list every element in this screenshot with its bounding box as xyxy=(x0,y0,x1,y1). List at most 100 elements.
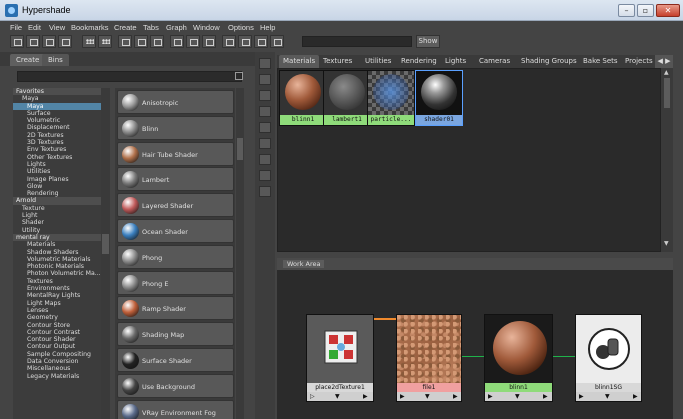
close-button[interactable]: ✕ xyxy=(656,4,680,17)
tree-item-volumetric-materials[interactable]: Volumetric Materials xyxy=(13,256,110,263)
tree-item-contour-output[interactable]: Contour Output xyxy=(13,343,110,350)
material-swatch-particle[interactable]: particle... xyxy=(367,70,415,126)
swatch-icon[interactable] xyxy=(238,35,252,48)
filter-input[interactable] xyxy=(17,71,242,82)
graph-output-icon[interactable] xyxy=(150,35,164,48)
strip-icon-2[interactable] xyxy=(259,74,271,85)
tree-item-sample-compositing[interactable]: Sample Compositing xyxy=(13,351,110,358)
work-area-tab[interactable]: Work Area xyxy=(283,260,325,268)
tree-item-photon-volumetric-ma-[interactable]: Photon Volumetric Ma... xyxy=(13,270,110,277)
layout-icon-1[interactable] xyxy=(10,35,24,48)
gear-icon[interactable] xyxy=(270,35,284,48)
node-ports[interactable]: ▷ ▼ ▶ xyxy=(307,392,373,401)
tree-item-rendering[interactable]: Rendering xyxy=(13,190,110,197)
tree-item-maya[interactable]: Maya xyxy=(13,102,110,110)
tab-shading-groups[interactable]: Shading Groups xyxy=(517,55,581,68)
tree-item-3d-textures[interactable]: 3D Textures xyxy=(13,139,110,146)
material-swatch-lambert1[interactable]: lambert1 xyxy=(323,70,371,126)
shader-item-shading-map[interactable]: Shading Map xyxy=(117,322,234,347)
material-swatch-blinn1[interactable]: blinn1 xyxy=(279,70,327,126)
render-view-icon[interactable] xyxy=(222,35,236,48)
tree-item-other-textures[interactable]: Other Textures xyxy=(13,154,110,161)
maximize-button[interactable]: ▫ xyxy=(637,4,654,17)
shader-item-layered-shader[interactable]: Layered Shader xyxy=(117,193,234,218)
tree-item-utilities[interactable]: Utilities xyxy=(13,168,110,175)
node-blinn1sg[interactable]: blinn1SG ▶ ▼ ▶ xyxy=(575,314,642,402)
shader-item-hair-tube-shader[interactable]: Hair Tube Shader xyxy=(117,141,234,166)
grid-icon-1[interactable] xyxy=(82,35,96,48)
tree-item-arnold[interactable]: Arnold xyxy=(13,197,110,205)
tab-create[interactable]: Create xyxy=(10,54,46,66)
tree-item-texture[interactable]: Texture xyxy=(13,205,110,212)
strip-icon-7[interactable] xyxy=(259,154,271,165)
strip-icon-1[interactable] xyxy=(259,58,271,69)
tree-item-light-maps[interactable]: Light Maps xyxy=(13,300,110,307)
search-input[interactable] xyxy=(302,36,412,47)
layout-icon-3[interactable] xyxy=(42,35,56,48)
menu-window[interactable]: Window xyxy=(193,23,220,32)
tree-item-mental-ray[interactable]: mental ray xyxy=(13,233,110,242)
tab-rendering[interactable]: Rendering xyxy=(397,55,441,68)
shader-item-phong-e[interactable]: Phong E xyxy=(117,270,234,295)
menu-create[interactable]: Create xyxy=(114,23,137,32)
menu-options[interactable]: Options xyxy=(228,23,254,32)
strip-icon-3[interactable] xyxy=(259,90,271,101)
strip-icon-5[interactable] xyxy=(259,122,271,133)
tree-item-shadow-shaders[interactable]: Shadow Shaders xyxy=(13,249,110,256)
menu-view[interactable]: View xyxy=(49,23,65,32)
menu-help[interactable]: Help xyxy=(260,23,275,32)
tree-item-lenses[interactable]: Lenses xyxy=(13,307,110,314)
tab-bins[interactable]: Bins xyxy=(42,54,69,66)
tree-item-geometry[interactable]: Geometry xyxy=(13,314,110,321)
menu-tabs[interactable]: Tabs xyxy=(143,23,159,32)
tree-item-contour-contrast[interactable]: Contour Contrast xyxy=(13,329,110,336)
node-ports[interactable]: ▶ ▼ ▶ xyxy=(485,392,552,401)
shader-item-phong[interactable]: Phong xyxy=(117,244,234,269)
show-button[interactable]: Show xyxy=(416,35,440,48)
tab-projects[interactable]: Projects xyxy=(621,55,657,68)
tree-item-volumetric[interactable]: Volumetric xyxy=(13,117,110,124)
tree-item-miscellaneous[interactable]: Miscellaneous xyxy=(13,365,110,372)
tree-item-photonic-materials[interactable]: Photonic Materials xyxy=(13,263,110,270)
shader-item-blinn[interactable]: Blinn xyxy=(117,115,234,140)
tree-item-maya[interactable]: Maya xyxy=(13,95,110,102)
tabs-scroll-arrows[interactable]: ◀ ▶ xyxy=(655,55,673,68)
tree-item-textures[interactable]: Textures xyxy=(13,278,110,285)
strip-icon-8[interactable] xyxy=(259,170,271,181)
strip-icon-6[interactable] xyxy=(259,138,271,149)
shader-item-lambert[interactable]: Lambert xyxy=(117,167,234,192)
tree-item-contour-shader[interactable]: Contour Shader xyxy=(13,336,110,343)
layout-icon-2[interactable] xyxy=(26,35,40,48)
tree-item-materials[interactable]: Materials xyxy=(13,241,110,248)
tab-bake-sets[interactable]: Bake Sets xyxy=(579,55,622,68)
tree-item-utility[interactable]: Utility xyxy=(13,227,110,234)
tab-utilities[interactable]: Utilities xyxy=(361,55,395,68)
strip-icon-9[interactable] xyxy=(259,186,271,197)
graph-input-icon[interactable] xyxy=(118,35,132,48)
tree-item-mentalray-lights[interactable]: MentalRay Lights xyxy=(13,292,110,299)
node-file1[interactable]: file1 ▶ ▼ ▶ xyxy=(396,314,462,402)
tree-item-legacy-materials[interactable]: Legacy Materials xyxy=(13,373,110,380)
tree-item-environments[interactable]: Environments xyxy=(13,285,110,292)
tree-item-contour-store[interactable]: Contour Store xyxy=(13,322,110,329)
tree-item-image-planes[interactable]: Image Planes xyxy=(13,176,110,183)
tree-item-surface[interactable]: Surface xyxy=(13,110,110,117)
tree-item-2d-textures[interactable]: 2D Textures xyxy=(13,132,110,139)
tree-item-data-conversion[interactable]: Data Conversion xyxy=(13,358,110,365)
node-blinn1[interactable]: blinn1 ▶ ▼ ▶ xyxy=(484,314,553,402)
render-icon[interactable] xyxy=(254,35,268,48)
tree-item-env-textures[interactable]: Env Textures xyxy=(13,146,110,153)
tab-textures[interactable]: Textures xyxy=(319,55,356,68)
tree-item-light[interactable]: Light xyxy=(13,212,110,219)
minimize-button[interactable]: – xyxy=(618,4,635,17)
grid-icon-2[interactable] xyxy=(98,35,112,48)
node-ports[interactable]: ▶ ▼ ▶ xyxy=(397,392,461,401)
shader-item-use-background[interactable]: Use Background xyxy=(117,373,234,398)
strip-icon-4[interactable] xyxy=(259,106,271,117)
shader-item-ramp-shader[interactable]: Ramp Shader xyxy=(117,296,234,321)
tree-item-glow[interactable]: Glow xyxy=(13,183,110,190)
shader-item-ocean-shader[interactable]: Ocean Shader xyxy=(117,219,234,243)
menu-edit[interactable]: Edit xyxy=(28,23,41,32)
graph-materials-icon[interactable] xyxy=(202,35,216,48)
tab-lights[interactable]: Lights xyxy=(441,55,470,68)
